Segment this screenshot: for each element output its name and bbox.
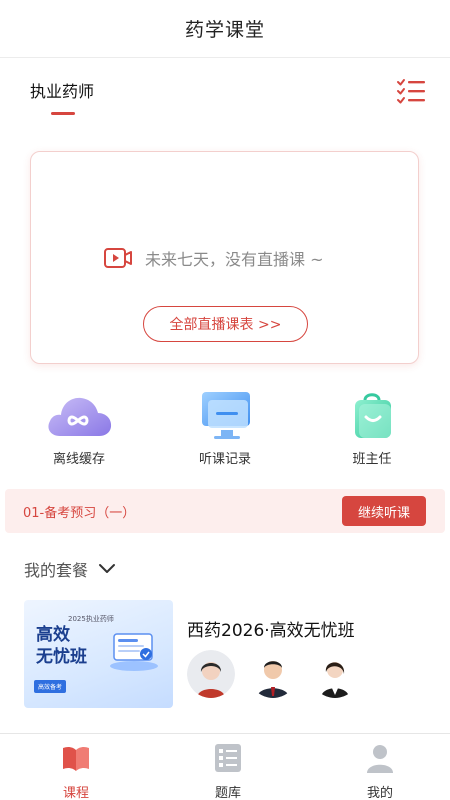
live-empty-text: 未来七天，没有直播课 ~ xyxy=(145,250,324,269)
teacher-avatar xyxy=(187,650,235,698)
continue-learning-bar[interactable]: 01-备考预习（一） 继续听课 xyxy=(5,489,445,533)
page-title: 药学课堂 xyxy=(184,19,265,41)
package-card[interactable]: 2025执业药师 高效 无忧班 高效备考 西药2026·高效无忧班 xyxy=(24,600,434,710)
teacher-list xyxy=(187,650,373,698)
tab-label: 课程 xyxy=(62,786,89,800)
live-schedule-button[interactable]: 全部直播课表 >> xyxy=(143,306,308,342)
question-bank-icon xyxy=(215,744,241,772)
shortcut-row: 离线缓存 听课记录 班主任 xyxy=(0,390,450,470)
list-check-icon[interactable] xyxy=(396,78,426,104)
packages-dropdown[interactable]: 我的套餐 xyxy=(24,557,116,581)
laptop-illustration-icon xyxy=(110,633,158,671)
cover-subtitle: 2025执业药师 xyxy=(68,615,114,623)
study-history-shortcut[interactable]: 听课记录 xyxy=(170,390,280,470)
shortcut-label: 听课记录 xyxy=(198,452,251,467)
class-teacher-shortcut[interactable]: 班主任 xyxy=(317,390,427,470)
package-name: 西药2026·高效无忧班 xyxy=(187,621,355,641)
tab-question-bank[interactable]: 题库 xyxy=(188,740,268,800)
shortcut-label: 班主任 xyxy=(352,452,392,467)
live-course-card: 未来七天，没有直播课 ~ 全部直播课表 >> xyxy=(30,151,419,364)
app-header: 药学课堂 xyxy=(0,0,450,58)
packages-header: 我的套餐 xyxy=(24,561,89,580)
chevron-down-icon xyxy=(99,564,116,573)
video-camera-icon xyxy=(104,248,132,268)
cover-tag: 高效备考 xyxy=(34,680,67,693)
shortcut-label: 离线缓存 xyxy=(52,452,105,467)
live-empty-state: 未来七天，没有直播课 ~ xyxy=(103,246,324,270)
cloud-icon xyxy=(48,397,112,436)
last-lesson-title: 01-备考预习（一） xyxy=(23,506,136,521)
offline-cache-shortcut[interactable]: 离线缓存 xyxy=(24,390,134,470)
monitor-icon xyxy=(202,392,250,439)
category-nav: 执业药师 xyxy=(0,58,450,120)
continue-button[interactable]: 继续听课 xyxy=(342,496,426,526)
bottom-tab-bar: 课程 题库 我的 xyxy=(0,733,450,800)
teacher-avatar xyxy=(311,650,359,698)
book-icon xyxy=(63,746,89,771)
teacher-avatar xyxy=(249,650,297,698)
bag-smile-icon xyxy=(355,393,391,438)
tab-pharmacist[interactable]: 执业药师 xyxy=(30,78,94,102)
tab-courses[interactable]: 课程 xyxy=(36,740,116,800)
cover-title: 高效 无忧班 xyxy=(36,625,87,667)
active-tab-indicator xyxy=(51,112,75,115)
tab-me[interactable]: 我的 xyxy=(340,740,420,800)
user-icon xyxy=(367,745,393,773)
package-cover-image: 2025执业药师 高效 无忧班 高效备考 xyxy=(24,600,173,708)
tab-label: 我的 xyxy=(366,786,393,800)
tab-label: 题库 xyxy=(214,786,241,800)
